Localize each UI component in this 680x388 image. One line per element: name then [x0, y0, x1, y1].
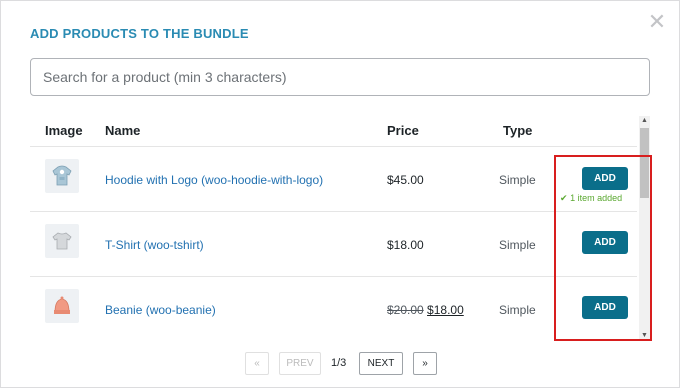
sale-price: $18.00 — [427, 303, 464, 317]
tshirt-icon — [45, 224, 79, 258]
product-search-input[interactable] — [30, 58, 650, 96]
column-header-type: Type — [503, 123, 533, 138]
close-icon[interactable]: ✕ — [647, 11, 667, 33]
product-type: Simple — [499, 238, 536, 252]
price: $20.00 $18.00 — [387, 303, 464, 317]
last-page-button[interactable]: » — [413, 352, 437, 375]
add-button-beanie[interactable]: ADD — [582, 296, 628, 319]
price: $18.00 — [387, 238, 424, 252]
scrollbar-thumb[interactable] — [640, 128, 649, 198]
table-row: Beanie (woo-beanie) $20.00 $18.00 Simple… — [30, 277, 637, 339]
price: $45.00 — [387, 173, 424, 187]
add-button-tshirt[interactable]: ADD — [582, 231, 628, 254]
first-page-button[interactable]: « — [245, 352, 269, 375]
scroll-up-arrow-icon[interactable]: ▲ — [639, 116, 650, 126]
add-products-modal: ADD PRODUCTS TO THE BUNDLE ✕ Image Name … — [0, 0, 680, 388]
table-row: Hoodie with Logo (woo-hoodie-with-logo) … — [30, 147, 637, 212]
column-header-price: Price — [387, 123, 419, 138]
product-link-beanie[interactable]: Beanie (woo-beanie) — [105, 303, 216, 317]
product-type: Simple — [499, 173, 536, 187]
hoodie-icon — [45, 159, 79, 193]
page-indicator: 1/3 — [331, 357, 347, 369]
product-link-hoodie[interactable]: Hoodie with Logo (woo-hoodie-with-logo) — [105, 173, 323, 187]
add-button-hoodie[interactable]: ADD — [582, 167, 628, 190]
table-scrollbar[interactable]: ▲ ▼ — [639, 116, 650, 341]
products-table: Image Name Price Type Hoodie with Logo (… — [30, 113, 637, 339]
column-header-name: Name — [105, 123, 141, 138]
check-icon: ✔ — [560, 193, 568, 203]
column-header-image: Image — [45, 123, 83, 138]
regular-price: $20.00 — [387, 303, 424, 317]
table-row: T-Shirt (woo-tshirt) $18.00 Simple ADD — [30, 212, 637, 277]
scroll-down-arrow-icon[interactable]: ▼ — [639, 331, 650, 341]
product-type: Simple — [499, 303, 536, 317]
next-page-button[interactable]: NEXT — [359, 352, 403, 375]
prev-page-button[interactable]: PREV — [279, 352, 321, 375]
modal-title: ADD PRODUCTS TO THE BUNDLE — [30, 26, 249, 41]
product-link-tshirt[interactable]: T-Shirt (woo-tshirt) — [105, 238, 204, 252]
beanie-icon — [45, 289, 79, 323]
item-added-status: ✔ 1 item added — [560, 193, 623, 203]
